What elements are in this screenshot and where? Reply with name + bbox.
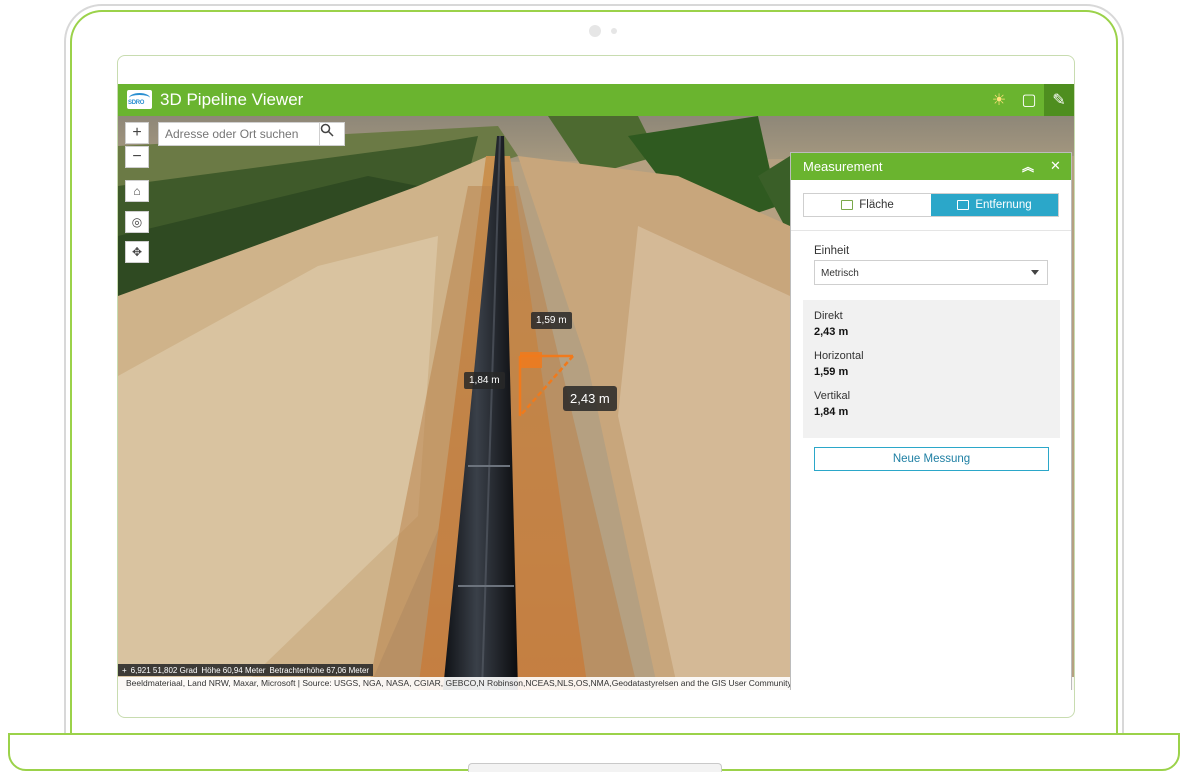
map-view[interactable]: + − ⌂ ◎ ✥ 1,59 m 1,84 m 2,43 m + 6,921 5… [118,116,1074,690]
coordinate-statusbar: + 6,921 51,802 Grad Höhe 60,94 Meter Bet… [118,664,374,676]
search-box [158,122,345,146]
sun-icon: ☀ [991,92,1007,109]
panel-header: Measurement ︽ ✕ [791,153,1071,180]
horizontal-distance-label: 1,59 m [531,312,572,329]
zoom-in-icon: + [132,124,142,141]
ruler-icon: ✎ [1052,92,1066,109]
unit-label: Einheit [814,245,850,257]
measurement-results: Direkt 2,43 m Horizontal 1,59 m Vertikal… [803,300,1060,438]
zoom-out-icon: − [132,148,142,165]
screen-icon: ▢ [1021,92,1037,109]
search-input[interactable] [159,123,331,145]
viewer-height-text: Betrachterhöhe 67,06 Meter [269,665,370,675]
pan-button[interactable]: ✥ [125,241,149,263]
measurement-panel: Measurement ︽ ✕ Fläche Entfernung Einhei… [790,152,1072,690]
app-title: 3D Pipeline Viewer [160,90,304,109]
result-horizontal-label: Horizontal [814,350,864,362]
home-icon: ⌂ [133,184,141,198]
tab-area[interactable]: Fläche [804,194,931,216]
collapse-icon[interactable]: ︽ [1022,158,1034,175]
vertical-distance-label: 1,84 m [464,372,505,389]
app-header: SDRO 3D Pipeline Viewer ☀ ▢ ✎ [118,84,1074,116]
daylight-button[interactable]: ☀ [984,84,1014,116]
measure-mode-tabs: Fläche Entfernung [803,193,1059,217]
tab-distance[interactable]: Entfernung [931,194,1058,216]
home-button[interactable]: ⌂ [125,180,149,202]
unit-select-value: Metrisch [821,268,859,279]
pan-icon: ✥ [131,245,143,259]
logo-text: SDRO [128,100,145,106]
new-measurement-button[interactable]: Neue Messung [814,447,1049,471]
search-icon [320,123,334,137]
close-icon[interactable]: ✕ [1050,158,1061,174]
zoom-in-button[interactable]: + [125,122,149,144]
laptop-notch [468,763,722,772]
app-window: + − ⌂ ◎ ✥ 1,59 m 1,84 m 2,43 m + 6,921 5… [118,84,1074,690]
coords-text: 6,921 51,802 Grad [130,665,198,675]
chevron-down-icon [1031,270,1039,275]
panel-title: Measurement [803,159,883,174]
measure-tool-button[interactable]: ✎ [1044,84,1074,116]
locate-button[interactable]: ◎ [125,211,149,233]
height-text: Höhe 60,94 Meter [201,665,266,675]
result-vertical-value: 1,84 m [814,406,849,418]
app-logo: SDRO [127,90,152,109]
area-icon [841,200,854,210]
divider [791,230,1071,231]
camera-sensor [611,28,617,34]
result-horizontal-value: 1,59 m [814,366,849,378]
result-vertical-label: Vertikal [814,390,851,402]
distance-icon [957,200,970,210]
zoom-out-button[interactable]: − [125,146,149,168]
direct-distance-label: 2,43 m [563,386,617,411]
tab-distance-label: Entfernung [975,199,1032,211]
locate-icon: ◎ [131,215,143,229]
result-direct-value: 2,43 m [814,326,849,338]
unit-select[interactable]: Metrisch [814,260,1048,285]
layer-list-button[interactable]: ▢ [1014,84,1044,116]
search-button[interactable] [319,123,344,145]
crosshair-icon: + [122,665,127,675]
tab-area-label: Fläche [859,199,894,211]
camera-dot [589,25,601,37]
result-direct-label: Direkt [814,310,843,322]
